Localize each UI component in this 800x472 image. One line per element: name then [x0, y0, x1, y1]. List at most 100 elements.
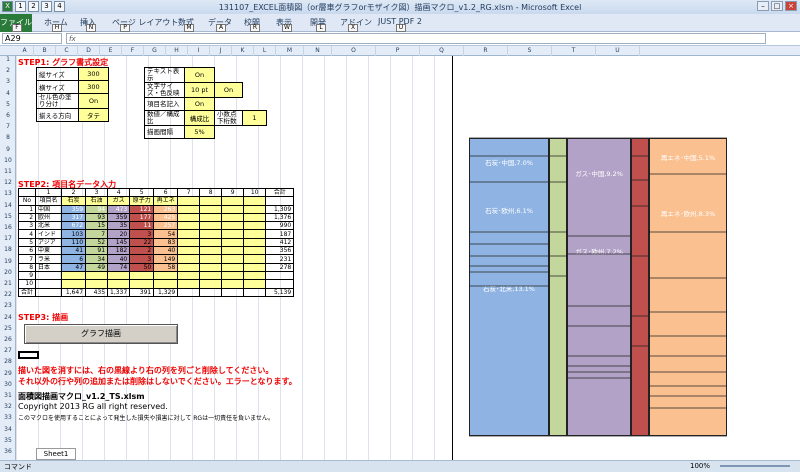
table-cell[interactable]: [199, 279, 223, 289]
row-header[interactable]: 21: [0, 280, 16, 287]
table-cell[interactable]: [221, 237, 245, 248]
table-cell[interactable]: アジア: [35, 237, 63, 248]
column-header-a[interactable]: A: [16, 46, 34, 56]
table-cell[interactable]: 35: [107, 221, 131, 231]
table-cell[interactable]: 187: [265, 229, 295, 239]
column-header-k[interactable]: K: [232, 46, 254, 56]
setting-value[interactable]: 10 pt: [184, 82, 215, 98]
row-header[interactable]: 18: [0, 246, 16, 253]
maximize-button[interactable]: □: [771, 1, 783, 11]
table-cell[interactable]: [243, 196, 267, 206]
qat-3[interactable]: 3: [41, 1, 52, 12]
row-header[interactable]: 32: [0, 403, 16, 410]
table-cell[interactable]: 6: [17, 246, 37, 256]
table-cell[interactable]: 40: [153, 246, 179, 256]
row-header[interactable]: 13: [0, 190, 16, 197]
excel-icon[interactable]: X: [2, 1, 13, 12]
table-cell[interactable]: [35, 270, 63, 281]
table-cell[interactable]: [177, 204, 201, 214]
setting-value[interactable]: 5%: [184, 125, 215, 139]
table-cell[interactable]: [243, 262, 267, 272]
table-cell[interactable]: 項目名: [35, 196, 63, 206]
row-header[interactable]: 11: [0, 168, 16, 175]
setting-value[interactable]: 1: [242, 110, 267, 126]
table-cell[interactable]: 356: [265, 246, 295, 256]
table-cell[interactable]: [177, 229, 201, 239]
table-cell[interactable]: 石油: [85, 196, 109, 206]
table-cell[interactable]: 34: [85, 254, 109, 264]
row-header[interactable]: 25: [0, 325, 16, 332]
table-cell[interactable]: [221, 287, 245, 297]
row-header[interactable]: 12: [0, 179, 16, 186]
table-cell[interactable]: 263: [153, 204, 179, 214]
table-cell[interactable]: 317: [61, 212, 87, 223]
table-cell[interactable]: 合計: [17, 287, 37, 297]
row-header[interactable]: 28: [0, 358, 16, 365]
table-cell[interactable]: [61, 279, 87, 289]
setting-value[interactable]: On: [78, 93, 109, 109]
table-cell[interactable]: 3: [129, 254, 155, 264]
table-cell[interactable]: 40: [107, 254, 131, 264]
table-cell[interactable]: [177, 212, 201, 223]
row-header[interactable]: 33: [0, 414, 16, 421]
table-cell[interactable]: No: [17, 196, 37, 206]
table-cell[interactable]: 5,139: [265, 287, 295, 297]
table-cell[interactable]: 22: [129, 237, 155, 248]
table-cell[interactable]: 103: [61, 229, 87, 239]
table-cell[interactable]: 欧州: [35, 212, 63, 223]
table-cell[interactable]: 3: [17, 221, 37, 231]
column-header-r[interactable]: R: [464, 46, 508, 56]
table-cell[interactable]: 8: [199, 187, 223, 198]
table-cell[interactable]: [177, 237, 201, 248]
table-cell[interactable]: 3: [129, 229, 155, 239]
table-cell[interactable]: 231: [265, 254, 295, 264]
table-cell[interactable]: [221, 262, 245, 272]
table-cell[interactable]: [85, 279, 109, 289]
row-header[interactable]: 22: [0, 291, 16, 298]
row-header[interactable]: 20: [0, 269, 16, 276]
table-cell[interactable]: [129, 279, 155, 289]
table-cell[interactable]: 再エネ: [153, 196, 179, 206]
table-cell[interactable]: [107, 270, 131, 281]
table-cell[interactable]: 74: [107, 262, 131, 272]
table-cell[interactable]: [199, 254, 223, 264]
setting-value[interactable]: タテ: [78, 108, 109, 122]
column-header-e[interactable]: E: [100, 46, 122, 56]
table-cell[interactable]: 合計: [265, 187, 295, 198]
row-header[interactable]: 31: [0, 392, 16, 399]
table-cell[interactable]: 93: [85, 212, 109, 223]
table-cell[interactable]: 北米: [35, 221, 63, 231]
table-cell[interactable]: 182: [107, 246, 131, 256]
table-cell[interactable]: 391: [129, 287, 155, 297]
minimize-button[interactable]: –: [757, 1, 769, 11]
column-header-n[interactable]: N: [304, 46, 332, 56]
column-header-j[interactable]: J: [210, 46, 232, 56]
table-cell[interactable]: 原子力: [129, 196, 155, 206]
row-header[interactable]: 15: [0, 213, 16, 220]
table-cell[interactable]: [199, 287, 223, 297]
table-cell[interactable]: [221, 270, 245, 281]
table-cell[interactable]: 473: [107, 204, 131, 214]
table-cell[interactable]: [243, 221, 267, 231]
table-cell[interactable]: 41: [61, 246, 87, 256]
table-cell[interactable]: [243, 279, 267, 289]
column-header-h[interactable]: H: [166, 46, 188, 56]
table-cell[interactable]: [177, 196, 201, 206]
table-cell[interactable]: 58: [153, 262, 179, 272]
qat-2[interactable]: 2: [28, 1, 39, 12]
table-cell[interactable]: [85, 270, 109, 281]
mosaic-chart[interactable]: 石炭･中国,7.0% 石炭･欧州,6.1% 石炭･北米,13.1% ガス･中国,…: [452, 56, 800, 460]
table-cell[interactable]: 359: [107, 212, 131, 223]
column-header-t[interactable]: T: [552, 46, 596, 56]
row-header[interactable]: 29: [0, 370, 16, 377]
row-header[interactable]: 4: [0, 90, 16, 97]
table-cell[interactable]: [199, 229, 223, 239]
table-cell[interactable]: ラ米: [35, 254, 63, 264]
fx-icon[interactable]: fx: [67, 35, 76, 43]
row-header[interactable]: 5: [0, 101, 16, 108]
column-header-c[interactable]: C: [56, 46, 78, 56]
table-cell[interactable]: [35, 279, 63, 289]
table-cell[interactable]: 1,329: [153, 287, 179, 297]
table-cell[interactable]: [221, 279, 245, 289]
table-cell[interactable]: [199, 204, 223, 214]
